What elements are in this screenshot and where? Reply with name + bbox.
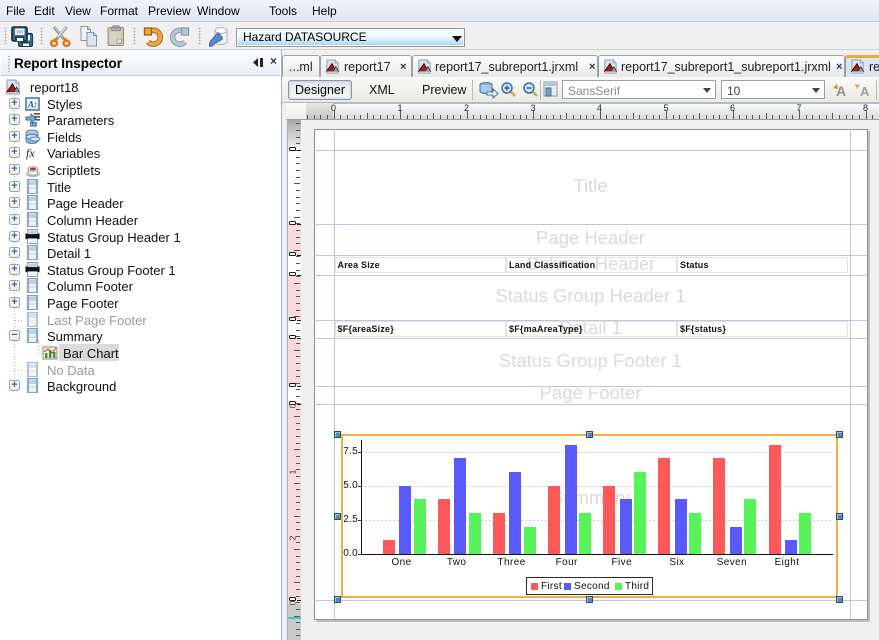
svg-text:A: A — [836, 83, 846, 98]
svg-text:fx: fx — [26, 146, 35, 160]
svg-text:A:: A: — [27, 100, 37, 110]
svg-text:A: A — [860, 84, 870, 98]
svg-text:123: 123 — [31, 123, 39, 128]
